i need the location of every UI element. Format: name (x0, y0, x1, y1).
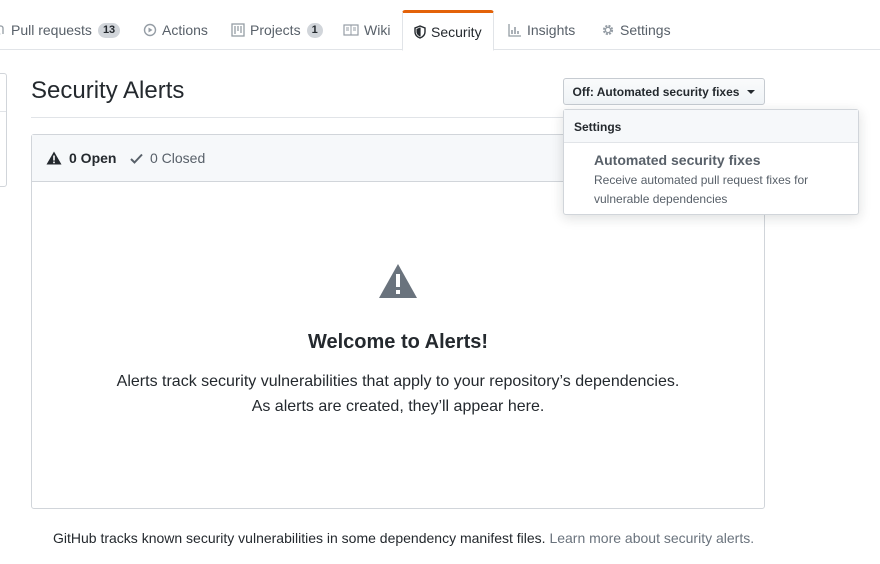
tab-wiki[interactable]: Wiki (343, 10, 390, 50)
learn-more-link[interactable]: Learn more about security alerts. (549, 530, 754, 546)
page-title: Security Alerts (31, 77, 185, 104)
sidebar-menu (0, 73, 7, 187)
settings-dropdown-menu: Settings Automated security fixes Receiv… (563, 109, 859, 215)
blankslate-description: As alerts are created, they’ll appear he… (251, 398, 545, 415)
tab-insights[interactable]: Insights (508, 10, 575, 50)
menu-item-description-line: Receive automated pull request fixes for (594, 173, 809, 187)
tab-actions[interactable]: Actions (143, 10, 208, 50)
pull-request-icon (0, 23, 6, 37)
menu-item-automated-security-fixes[interactable]: Automated security fixes Receive automat… (594, 152, 844, 209)
tab-label: Projects (250, 22, 301, 38)
closed-alerts-filter[interactable]: 0 Closed (130, 150, 205, 166)
menu-header: Settings (564, 110, 858, 143)
tab-projects[interactable]: Projects 1 (231, 10, 323, 50)
shield-icon (414, 24, 426, 39)
gear-icon (601, 23, 615, 37)
tab-label: Wiki (364, 22, 391, 38)
alert-icon (378, 263, 418, 302)
dropdown-label: Off: Automated security fixes (572, 84, 740, 99)
divider (0, 111, 6, 112)
tab-settings[interactable]: Settings (601, 10, 671, 50)
check-icon (130, 153, 143, 164)
tab-label: Security (431, 23, 482, 40)
tab-label: Actions (162, 22, 208, 38)
menu-item-description-line: vulnerable dependencies (594, 192, 728, 206)
graph-icon (508, 23, 522, 37)
tab-label: Settings (620, 22, 671, 38)
closed-count: 0 Closed (150, 150, 206, 166)
project-icon (231, 23, 245, 37)
play-icon (143, 23, 157, 37)
blankslate-title: Welcome to Alerts! (307, 331, 489, 353)
automated-fixes-dropdown-button[interactable]: Off: Automated security fixes (563, 78, 765, 105)
alert-icon (46, 151, 62, 165)
menu-item-description: Receive automated pull request fixes for… (594, 171, 844, 209)
blankslate-description: Alerts track security vulnerabilities th… (116, 373, 680, 390)
open-count: 0 Open (69, 150, 117, 166)
repo-tab-nav: Pull requests 13 Actions Projects 1 Wiki… (0, 0, 880, 51)
open-alerts-filter[interactable]: 0 Open (46, 150, 116, 166)
menu-item-title: Automated security fixes (594, 152, 761, 168)
caret-down-icon (747, 89, 756, 94)
tab-label: Pull requests (11, 22, 92, 38)
tab-counter: 1 (306, 22, 323, 38)
tab-security[interactable]: Security (402, 10, 494, 51)
tab-label: Insights (527, 22, 576, 38)
tab-counter: 13 (97, 22, 121, 38)
tab-pull-requests[interactable]: Pull requests 13 (0, 10, 121, 50)
book-icon (343, 24, 359, 36)
footer-note: GitHub tracks known security vulnerabili… (53, 530, 754, 546)
footer-text: GitHub tracks known security vulnerabili… (53, 530, 546, 546)
